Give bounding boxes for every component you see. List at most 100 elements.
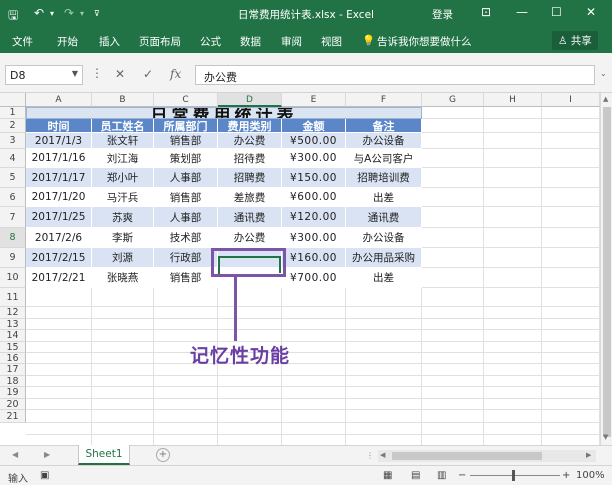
table-cell[interactable]: 与A公司客户: [346, 149, 422, 168]
table-cell[interactable]: ¥150.00: [282, 168, 346, 188]
column-header-h[interactable]: H: [484, 93, 542, 107]
tab-insert[interactable]: 插入: [99, 34, 120, 49]
table-cell[interactable]: ¥160.00: [282, 248, 346, 268]
table-cell[interactable]: 张晓燕: [92, 268, 154, 288]
zoom-slider[interactable]: [470, 475, 560, 476]
macro-record-icon[interactable]: ▣: [40, 470, 49, 481]
table-cell[interactable]: 马汗兵: [92, 188, 154, 207]
table-cell[interactable]: ¥700.00: [282, 268, 346, 288]
row-header-7[interactable]: 7: [0, 207, 26, 228]
close-icon[interactable]: ✕: [586, 5, 596, 19]
table-cell[interactable]: 郑小叶: [92, 168, 154, 188]
row-header-17[interactable]: 17: [0, 364, 26, 376]
minimize-icon[interactable]: —: [516, 5, 528, 19]
zoom-slider-thumb[interactable]: [512, 470, 515, 481]
prev-sheet-icon[interactable]: ◀: [12, 450, 18, 459]
row-header-21[interactable]: 21: [0, 410, 26, 423]
table-cell[interactable]: 李斯: [92, 228, 154, 248]
share-button[interactable]: ♙ 共享: [552, 31, 598, 50]
table-cell[interactable]: ¥300.00: [282, 149, 346, 168]
table-cell[interactable]: 2017/1/20: [26, 188, 92, 207]
table-cell[interactable]: ¥300.00: [282, 228, 346, 248]
vertical-scrollbar[interactable]: ▲ ▼: [600, 93, 612, 445]
table-header-cell[interactable]: 费用类别: [218, 119, 282, 133]
row-header-9[interactable]: 9: [0, 248, 26, 268]
worksheet-grid[interactable]: A B C D E F G H I 1 2 3 4 5 6 7 8 9 10 11 12 13 14 15 16 17 18 19 20…: [0, 93, 600, 445]
table-cell[interactable]: 策划部: [154, 149, 218, 168]
table-header-cell[interactable]: 备注: [346, 119, 422, 133]
table-cell[interactable]: 2017/1/3: [26, 133, 92, 149]
horizontal-scroll-thumb[interactable]: [392, 452, 542, 460]
table-cell[interactable]: 张文轩: [92, 133, 154, 149]
row-header-16[interactable]: 16: [0, 353, 26, 364]
table-cell[interactable]: ¥500.00: [282, 133, 346, 149]
row-header-4[interactable]: 4: [0, 149, 26, 168]
column-header-d[interactable]: D: [218, 93, 282, 107]
table-cell[interactable]: 销售部: [154, 188, 218, 207]
zoom-in-icon[interactable]: +: [562, 470, 570, 481]
table-cell[interactable]: 2017/2/15: [26, 248, 92, 268]
scroll-right-icon[interactable]: ▶: [586, 451, 591, 459]
table-cell[interactable]: 通讯费: [218, 207, 282, 228]
table-cell[interactable]: 招聘费: [218, 168, 282, 188]
row-header-12[interactable]: 12: [0, 307, 26, 319]
column-header-a[interactable]: A: [26, 93, 92, 107]
table-cell[interactable]: 苏爽: [92, 207, 154, 228]
table-cell[interactable]: 招聘培训费: [346, 168, 422, 188]
table-cell[interactable]: 办公费: [218, 228, 282, 248]
insert-function-icon[interactable]: fx: [170, 67, 181, 81]
table-cell[interactable]: 人事部: [154, 168, 218, 188]
row-header-6[interactable]: 6: [0, 188, 26, 207]
table-cell[interactable]: 出差: [346, 188, 422, 207]
zoom-out-icon[interactable]: −: [458, 470, 466, 481]
row-header-3[interactable]: 3: [0, 133, 26, 149]
row-header-11[interactable]: 11: [0, 288, 26, 307]
table-cell[interactable]: 刘源: [92, 248, 154, 268]
row-header-8[interactable]: 8: [0, 228, 26, 248]
vertical-scroll-thumb[interactable]: [603, 107, 611, 437]
table-cell[interactable]: ¥120.00: [282, 207, 346, 228]
table-cell[interactable]: 办公设备: [346, 133, 422, 149]
enter-icon[interactable]: ✓: [143, 67, 153, 81]
table-cell[interactable]: 技术部: [154, 228, 218, 248]
table-cell[interactable]: 2017/2/6: [26, 228, 92, 248]
horizontal-scrollbar[interactable]: ◀ ▶: [378, 450, 596, 462]
tab-file[interactable]: 文件: [12, 34, 33, 49]
scroll-down-icon[interactable]: ▼: [603, 433, 608, 441]
tab-split-icon[interactable]: ⋮: [366, 451, 374, 460]
column-header-f[interactable]: F: [346, 93, 422, 107]
tab-review[interactable]: 审阅: [281, 34, 302, 49]
table-cell[interactable]: 销售部: [154, 133, 218, 149]
zoom-level[interactable]: 100%: [576, 470, 605, 481]
select-all-corner[interactable]: [0, 93, 26, 107]
cancel-icon[interactable]: ✕: [115, 67, 125, 81]
table-cell[interactable]: 刘江海: [92, 149, 154, 168]
column-header-i[interactable]: I: [542, 93, 600, 107]
normal-view-icon[interactable]: ▦: [383, 470, 392, 481]
expand-formula-icon[interactable]: ⌄: [600, 69, 607, 78]
next-sheet-icon[interactable]: ▶: [44, 450, 50, 459]
sheet-tab-sheet1[interactable]: Sheet1: [78, 445, 130, 465]
row-header-13[interactable]: 13: [0, 319, 26, 330]
table-cell[interactable]: 2017/1/25: [26, 207, 92, 228]
table-header-cell[interactable]: 时间: [26, 119, 92, 133]
row-header-14[interactable]: 14: [0, 330, 26, 342]
row-header-2[interactable]: 2: [0, 119, 26, 133]
name-box[interactable]: D8 ▼: [5, 65, 83, 85]
table-header-cell[interactable]: 员工姓名: [92, 119, 154, 133]
row-header-10[interactable]: 10: [0, 268, 26, 288]
tell-me-box[interactable]: 告诉我你想要做什么: [377, 34, 472, 49]
chevron-down-icon[interactable]: ▼: [72, 69, 78, 78]
scroll-left-icon[interactable]: ◀: [380, 451, 385, 459]
row-header-15[interactable]: 15: [0, 342, 26, 353]
table-cell[interactable]: 办公用品采购: [346, 248, 422, 268]
table-title[interactable]: 日常费用统计表: [26, 107, 422, 119]
tab-formulas[interactable]: 公式: [200, 34, 221, 49]
table-cell[interactable]: 人事部: [154, 207, 218, 228]
row-header-1[interactable]: 1: [0, 107, 26, 119]
tab-data[interactable]: 数据: [240, 34, 261, 49]
ribbon-display-icon[interactable]: ⊡: [481, 5, 491, 19]
maximize-icon[interactable]: ☐: [551, 5, 562, 19]
table-cell[interactable]: 出差: [346, 268, 422, 288]
row-header-5[interactable]: 5: [0, 168, 26, 188]
